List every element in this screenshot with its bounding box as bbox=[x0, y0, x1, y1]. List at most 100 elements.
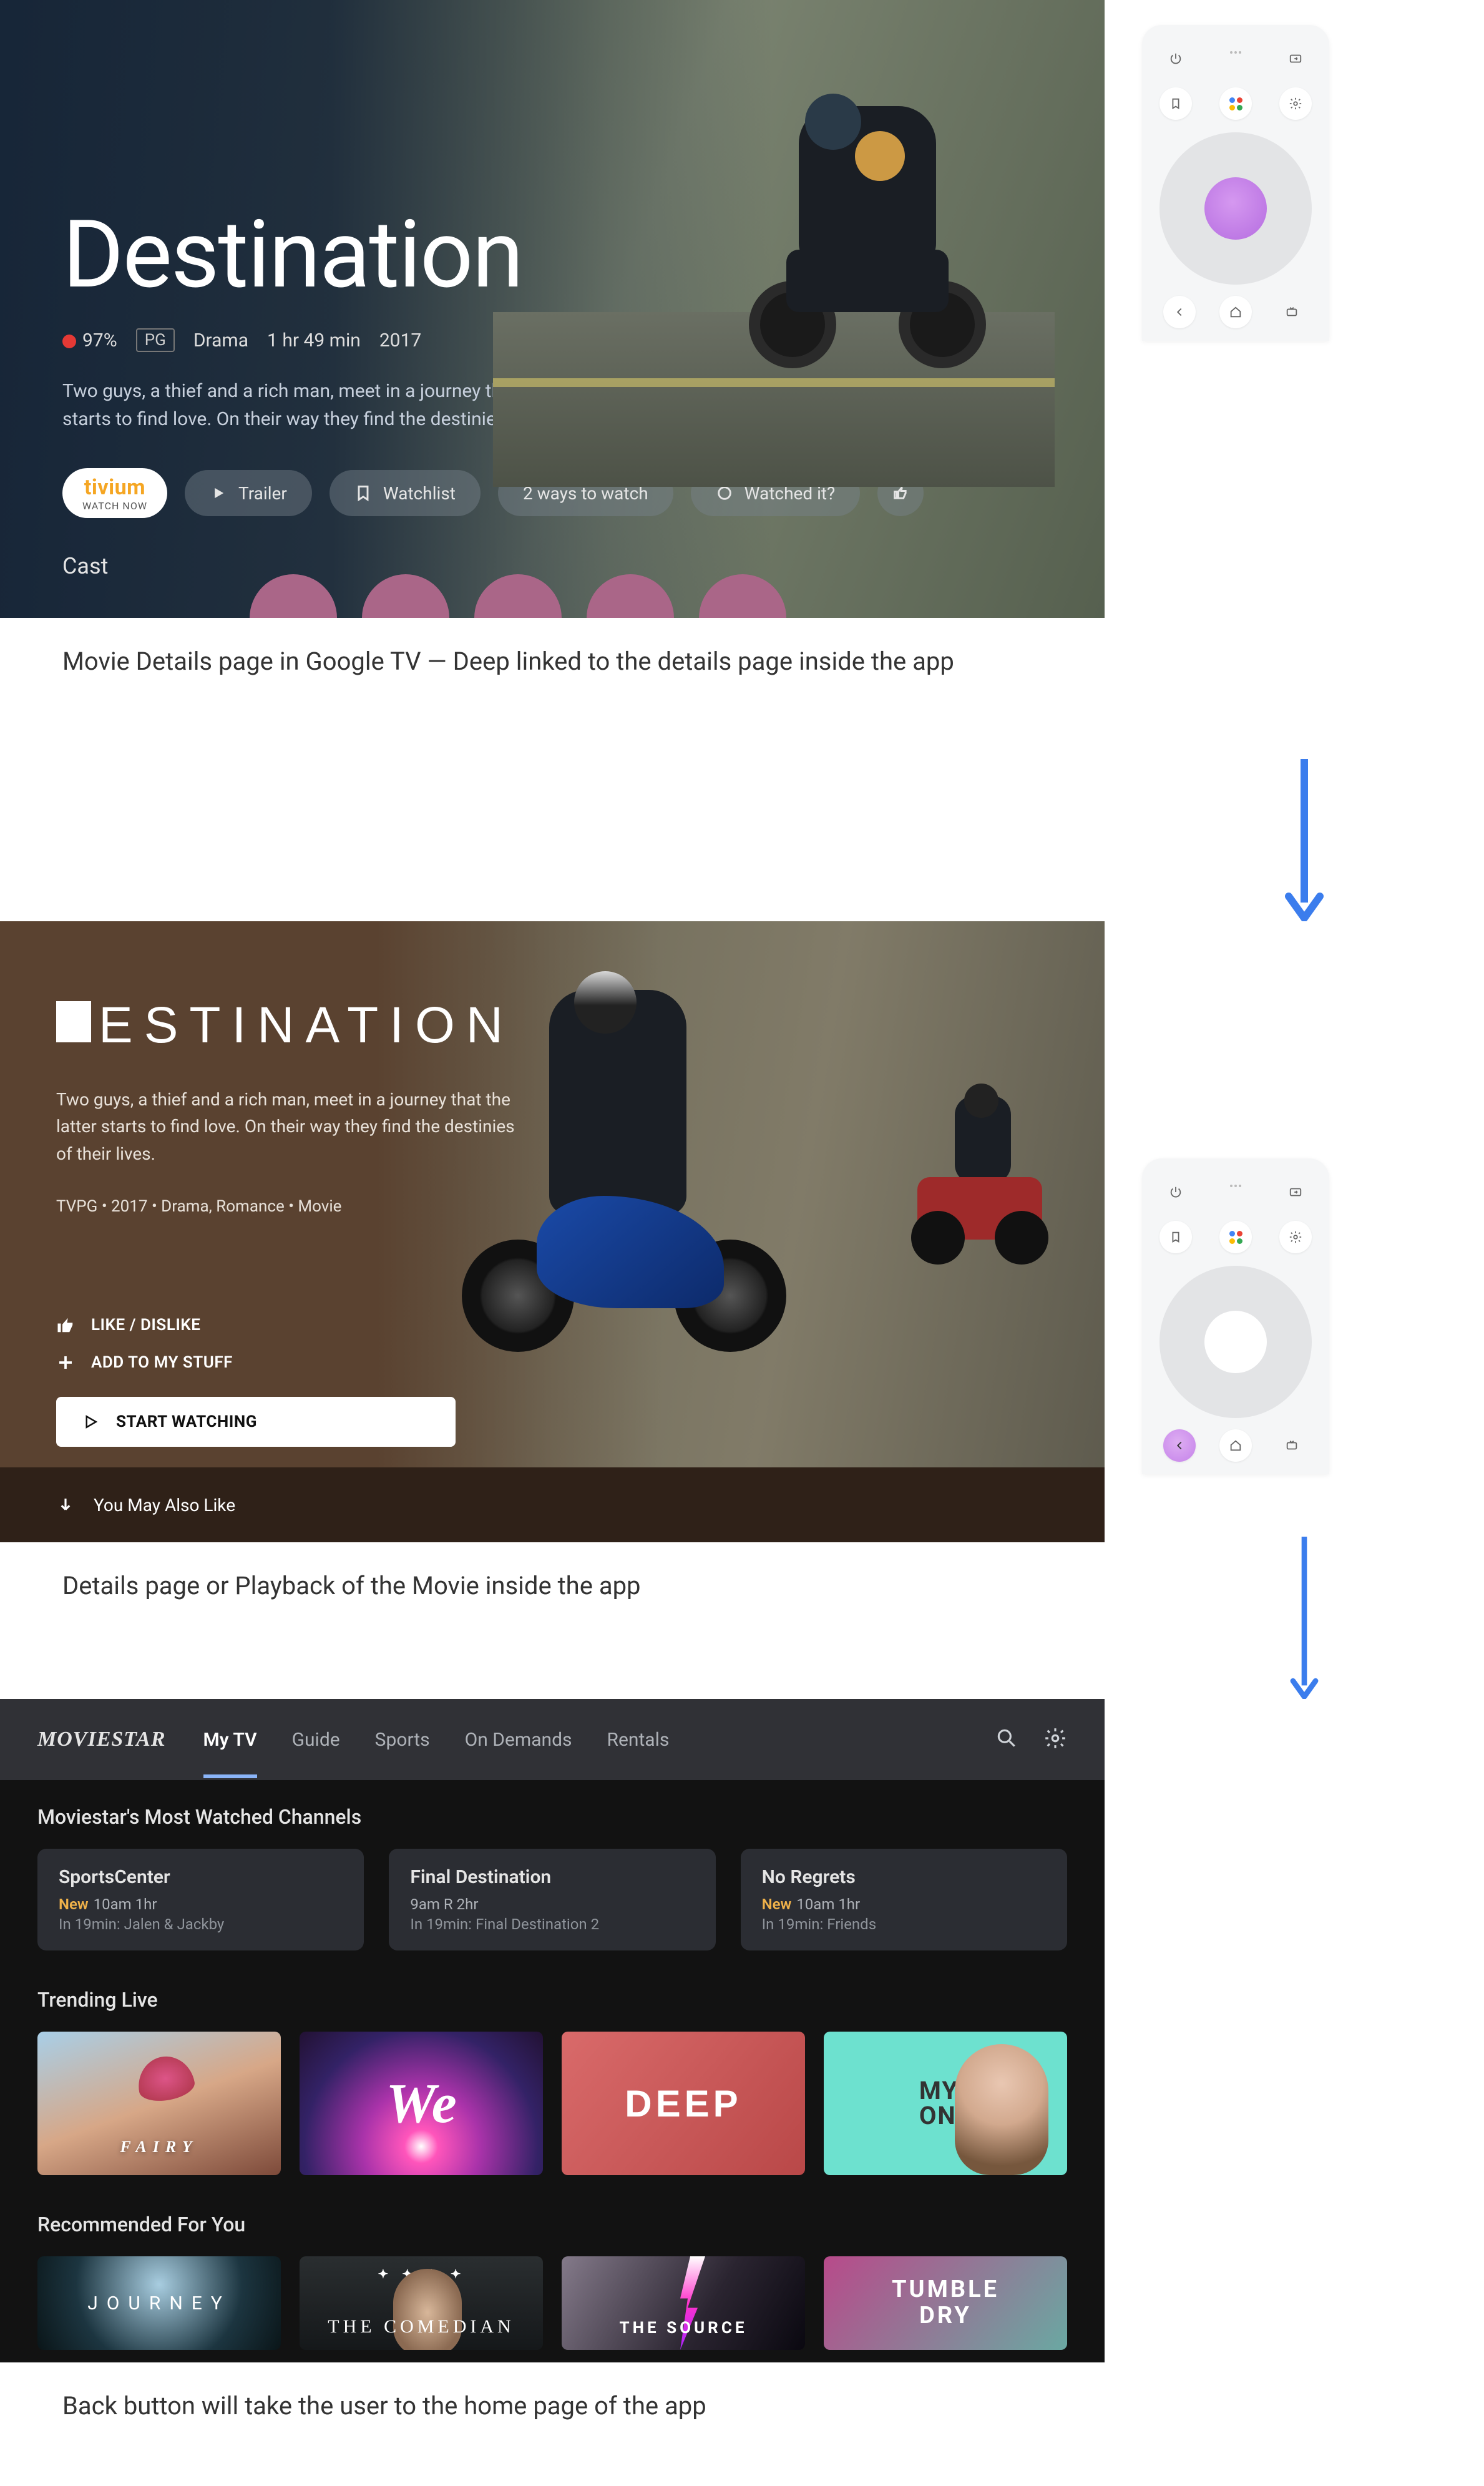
tile-deep[interactable]: DEEP bbox=[562, 2032, 805, 2175]
bookmark-icon bbox=[1169, 1230, 1183, 1244]
assistant-button[interactable] bbox=[1219, 87, 1252, 120]
input-button[interactable] bbox=[1279, 42, 1312, 75]
google-tv-details-screen: Destination 97% PG Drama 1 hr 49 min 201… bbox=[0, 0, 1105, 618]
settings-button[interactable] bbox=[1279, 1221, 1312, 1253]
genre: Drama bbox=[193, 330, 248, 351]
hero-artwork bbox=[493, 50, 1055, 487]
caption-1: Movie Details page in Google TV — Deep l… bbox=[0, 618, 1105, 741]
hero-artwork bbox=[393, 990, 842, 1427]
assistant-button[interactable] bbox=[1219, 1221, 1252, 1253]
channel-card[interactable]: Final Destination 9am R 2hr In 19min: Fi… bbox=[389, 1849, 715, 1950]
tab-guide[interactable]: Guide bbox=[292, 1701, 340, 1778]
new-tag: New bbox=[59, 1896, 89, 1913]
app-brand: MOVIESTAR bbox=[37, 1728, 166, 1751]
play-icon bbox=[81, 1412, 100, 1431]
assistant-icon bbox=[1229, 1231, 1242, 1244]
tile-my-one[interactable]: MY ONE bbox=[824, 2032, 1067, 2175]
channel-title: Final Destination bbox=[410, 1866, 694, 1888]
tile-we[interactable]: We bbox=[300, 2032, 543, 2175]
chevron-down-icon bbox=[56, 1495, 75, 1514]
year: 2017 bbox=[379, 330, 421, 351]
back-button[interactable] bbox=[1163, 296, 1196, 328]
search-button[interactable] bbox=[995, 1726, 1018, 1753]
tab-rentals[interactable]: Rentals bbox=[607, 1701, 669, 1778]
settings-button[interactable] bbox=[1043, 1726, 1067, 1753]
tab-on-demands[interactable]: On Demands bbox=[465, 1701, 572, 1778]
hero-artwork-bg bbox=[892, 1096, 1067, 1283]
watch-now-button[interactable]: tivium WATCH NOW bbox=[62, 468, 167, 518]
channel-title: SportsCenter bbox=[59, 1866, 343, 1888]
tv-icon bbox=[1285, 305, 1299, 319]
gear-icon bbox=[1289, 97, 1302, 110]
moviestar-home-screen: MOVIESTAR My TV Guide Sports On Demands … bbox=[0, 1699, 1105, 2362]
plus-icon bbox=[56, 1353, 75, 1372]
thumbs-icon bbox=[892, 484, 909, 502]
tab-my-tv[interactable]: My TV bbox=[203, 1701, 257, 1778]
channel-card[interactable]: SportsCenter New 10am 1hr In 19min: Jalen… bbox=[37, 1849, 364, 1950]
back-button-highlighted[interactable] bbox=[1163, 1429, 1196, 1462]
provider-sub: WATCH NOW bbox=[82, 500, 147, 512]
channel-time: 10am 1hr bbox=[94, 1896, 157, 1913]
gear-icon bbox=[1289, 1230, 1302, 1244]
bookmark-button[interactable] bbox=[1159, 87, 1192, 120]
tab-sports[interactable]: Sports bbox=[375, 1701, 430, 1778]
power-icon bbox=[1169, 1185, 1183, 1199]
gear-icon bbox=[1043, 1726, 1067, 1750]
tile-journey[interactable]: JOURNEY bbox=[37, 2256, 281, 2350]
play-icon bbox=[210, 484, 227, 502]
home-button[interactable] bbox=[1219, 296, 1252, 328]
cast-row bbox=[250, 574, 786, 618]
settings-button[interactable] bbox=[1279, 87, 1312, 120]
tile-fairy[interactable]: FAIRY bbox=[37, 2032, 281, 2175]
tomato-icon bbox=[62, 335, 76, 348]
bookmark-button[interactable] bbox=[1159, 1221, 1192, 1253]
bookmark-icon bbox=[1169, 97, 1183, 110]
channel-time: 10am 1hr bbox=[796, 1896, 860, 1913]
dpad-select-highlighted[interactable] bbox=[1204, 177, 1267, 240]
tomato-score: 97% bbox=[62, 330, 117, 351]
watchlist-button[interactable]: Watchlist bbox=[330, 470, 481, 516]
channel-time: 9am R 2hr bbox=[410, 1896, 694, 1913]
search-icon bbox=[995, 1726, 1018, 1750]
dpad-select[interactable] bbox=[1204, 1311, 1267, 1373]
caption-3: Back button will take the user to the ho… bbox=[0, 2362, 1105, 2486]
mic-icon bbox=[1223, 51, 1248, 59]
tv-button[interactable] bbox=[1276, 296, 1308, 328]
dpad[interactable] bbox=[1159, 132, 1312, 285]
home-icon bbox=[1229, 1439, 1242, 1452]
tile-source[interactable]: THE SOURCE bbox=[562, 2256, 805, 2350]
app-details-screen: ESTINATION Two guys, a thief and a rich … bbox=[0, 921, 1105, 1542]
channel-card[interactable]: No Regrets New10am 1hr In 19min: Friends bbox=[741, 1849, 1067, 1950]
power-button[interactable] bbox=[1159, 1176, 1192, 1208]
dpad[interactable] bbox=[1159, 1266, 1312, 1418]
channel-next: In 19min: Jalen & Jackby bbox=[59, 1916, 343, 1933]
home-button[interactable] bbox=[1219, 1429, 1252, 1462]
tv-icon bbox=[1285, 1439, 1299, 1452]
section-title-recommended: Recommended For You bbox=[37, 2213, 1067, 2236]
channel-next: In 19min: Friends bbox=[762, 1916, 1046, 1933]
power-button[interactable] bbox=[1159, 42, 1192, 75]
tile-comedian[interactable]: ✦✦✦✦THE COMEDIAN bbox=[300, 2256, 543, 2350]
section-title-channels: Moviestar's Most Watched Channels bbox=[37, 1805, 1067, 1829]
input-button[interactable] bbox=[1279, 1176, 1312, 1208]
channel-next: In 19min: Final Destination 2 bbox=[410, 1916, 694, 1933]
trailer-button[interactable]: Trailer bbox=[185, 470, 312, 516]
remote-1 bbox=[1142, 25, 1329, 341]
flow-arrow-2 bbox=[1142, 1474, 1467, 1699]
tv-button[interactable] bbox=[1276, 1429, 1308, 1462]
circle-icon bbox=[716, 484, 733, 502]
input-icon bbox=[1289, 1185, 1302, 1199]
assistant-icon bbox=[1229, 97, 1242, 110]
input-icon bbox=[1289, 52, 1302, 66]
power-icon bbox=[1169, 52, 1183, 66]
section-title-trending: Trending Live bbox=[37, 1988, 1067, 2012]
flow-arrow-1 bbox=[1142, 759, 1467, 921]
home-icon bbox=[1229, 305, 1242, 319]
runtime: 1 hr 49 min bbox=[267, 330, 361, 351]
thumbs-up-icon bbox=[56, 1316, 75, 1334]
back-arrow-icon bbox=[1173, 305, 1186, 319]
you-may-also-like-bar[interactable]: You May Also Like bbox=[0, 1467, 1105, 1542]
bookmark-icon bbox=[354, 484, 372, 502]
tile-tumble[interactable]: TUMBLE DRY bbox=[824, 2256, 1067, 2350]
rating-badge: PG bbox=[136, 328, 175, 352]
